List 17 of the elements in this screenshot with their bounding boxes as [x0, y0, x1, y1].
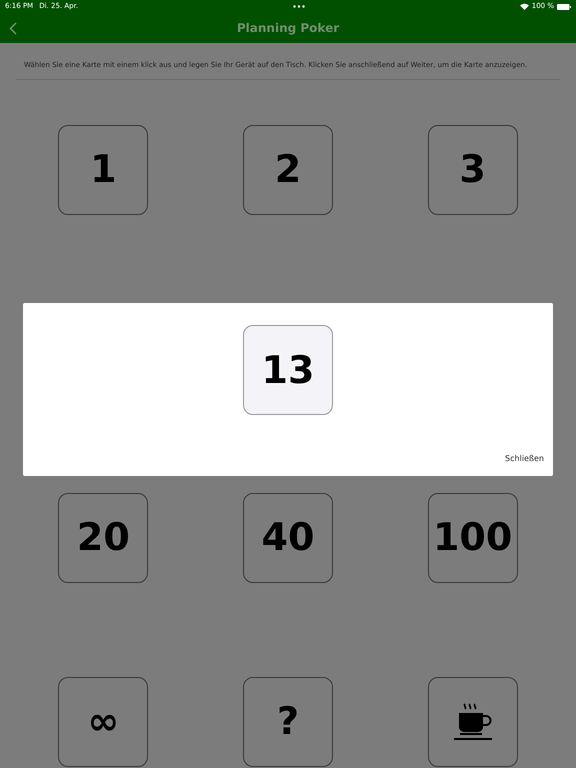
poker-card[interactable]: ?: [242, 676, 333, 766]
poker-card[interactable]: 100: [428, 492, 518, 582]
more-dots-icon: [292, 5, 305, 8]
close-button[interactable]: Schließen: [505, 453, 544, 465]
poker-card[interactable]: ∞: [58, 676, 148, 766]
poker-card[interactable]: [428, 676, 518, 766]
poker-card[interactable]: 13: [243, 325, 333, 415]
poker-card[interactable]: 3: [428, 124, 518, 214]
coffee-cup-icon: [452, 702, 493, 742]
back-chevron-icon[interactable]: [9, 22, 17, 34]
wifi-icon: [520, 3, 529, 10]
poker-card[interactable]: 2: [242, 124, 333, 214]
battery-icon: [557, 4, 571, 10]
page-title: Planning Poker: [236, 20, 340, 37]
poker-card[interactable]: 20: [58, 492, 148, 582]
poker-card[interactable]: 40: [242, 492, 333, 582]
poker-card[interactable]: 1: [58, 124, 148, 214]
